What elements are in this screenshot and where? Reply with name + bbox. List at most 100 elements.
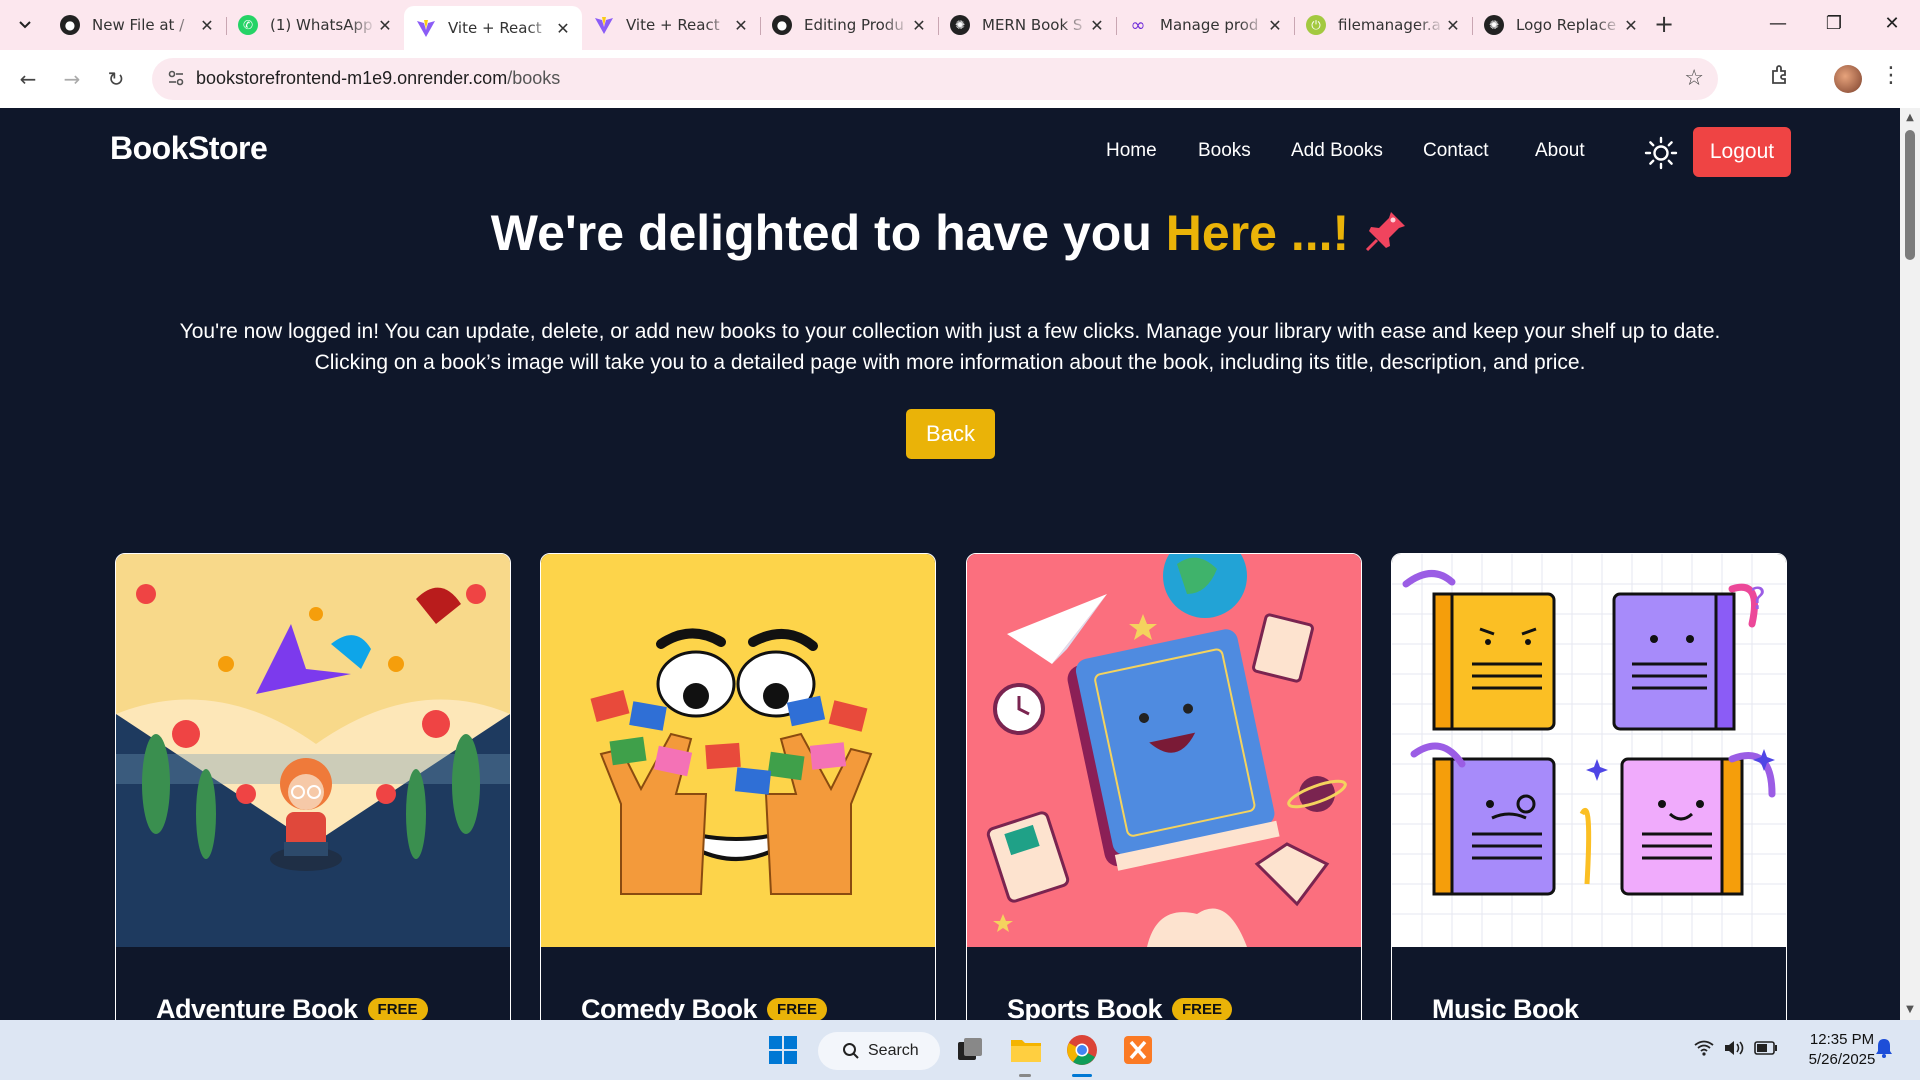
filemanager-icon: ⏻ — [1306, 15, 1326, 35]
tab-vite-react-active[interactable]: Vite + React ✕ — [404, 6, 582, 50]
nav-home[interactable]: Home — [1106, 140, 1157, 162]
tab-vite-react[interactable]: Vite + React ✕ — [582, 6, 760, 44]
url-path: /books — [507, 68, 561, 88]
book-cover-image[interactable] — [541, 554, 935, 947]
tab-title: filemanager.a — [1338, 16, 1441, 34]
tab-github-editing[interactable]: ● Editing Produ ✕ — [760, 6, 938, 44]
scrollbar-thumb[interactable] — [1905, 130, 1915, 260]
file-explorer-icon[interactable] — [1006, 1030, 1046, 1070]
nav-add-books[interactable]: Add Books — [1291, 140, 1383, 162]
vite-icon — [594, 15, 614, 35]
close-icon[interactable]: ✕ — [1444, 16, 1462, 35]
book-cover-image[interactable] — [116, 554, 510, 947]
close-icon[interactable]: ✕ — [1088, 16, 1106, 35]
windows-start-icon[interactable] — [763, 1030, 803, 1070]
tab-manage-products[interactable]: ∞ Manage prod ✕ — [1116, 6, 1294, 44]
close-icon[interactable]: ✕ — [554, 19, 572, 38]
tab-title: Logo Replace — [1516, 16, 1617, 34]
close-icon[interactable]: ✕ — [198, 16, 216, 35]
book-title: Sports Book FREE — [1007, 994, 1233, 1020]
url-host: bookstorefrontend-m1e9.onrender.com — [196, 68, 508, 88]
github-icon: ● — [772, 15, 792, 35]
close-icon[interactable]: ✕ — [732, 16, 750, 35]
extensions-icon[interactable] — [1766, 63, 1796, 93]
battery-icon[interactable] — [1754, 1040, 1778, 1059]
minimize-button[interactable]: — — [1758, 8, 1798, 40]
hero-description: You're now logged in! You can update, de… — [100, 316, 1800, 378]
free-badge: FREE — [1172, 998, 1233, 1020]
logout-button[interactable]: Logout — [1693, 127, 1791, 177]
site-info-icon[interactable] — [166, 69, 186, 89]
github-icon: ● — [60, 15, 80, 35]
nav-about[interactable]: About — [1535, 140, 1585, 162]
tab-title: Vite + React — [626, 16, 720, 34]
hero-title: We're delighted to have you Here ...! — [0, 204, 1900, 262]
task-view-icon[interactable] — [950, 1030, 990, 1070]
wifi-icon[interactable] — [1694, 1040, 1714, 1060]
search-icon — [843, 1043, 859, 1059]
free-badge: FREE — [767, 998, 828, 1020]
book-title: Music Book — [1432, 994, 1579, 1020]
pushpin-icon — [1363, 208, 1409, 254]
brand-logo[interactable]: BookStore — [110, 130, 268, 167]
page-scrollbar[interactable]: ▲ ▼ — [1900, 108, 1920, 1020]
bookstore-page: BookStore Home Books Add Books Contact A… — [0, 108, 1900, 1020]
xampp-icon[interactable] — [1118, 1030, 1158, 1070]
close-icon[interactable]: ✕ — [1266, 16, 1284, 35]
book-title-text: Music Book — [1432, 994, 1579, 1020]
close-window-button[interactable]: ✕ — [1872, 8, 1912, 40]
book-card-sports[interactable]: Sports Book FREE — [966, 553, 1362, 1020]
book-card-comedy[interactable]: Comedy Book FREE — [540, 553, 936, 1020]
new-tab-button[interactable]: + — [1650, 11, 1678, 39]
address-bar[interactable]: bookstorefrontend-m1e9.onrender.com/book… — [152, 58, 1718, 100]
browser-tab-strip: ● New File at / ✕ ✆ (1) WhatsApp ✕ Vite … — [0, 0, 1920, 50]
scroll-down-icon[interactable]: ▼ — [1904, 1004, 1916, 1015]
tab-title: MERN Book S — [982, 16, 1083, 34]
tab-github-new-file[interactable]: ● New File at / ✕ — [48, 6, 226, 44]
url-text: bookstorefrontend-m1e9.onrender.com/book… — [196, 68, 560, 89]
openai-icon: ✺ — [950, 15, 970, 35]
hero-description-line1: You're now logged in! You can update, de… — [179, 320, 1721, 343]
book-title-text: Comedy Book — [581, 994, 758, 1020]
tab-search-button[interactable] — [10, 10, 40, 40]
reload-icon[interactable]: ↻ — [100, 63, 132, 95]
scroll-up-icon[interactable]: ▲ — [1904, 112, 1916, 123]
notification-bell-icon[interactable] — [1875, 1038, 1893, 1062]
tab-title: Manage prod — [1160, 16, 1259, 34]
free-badge: FREE — [367, 998, 428, 1020]
tab-mern-book[interactable]: ✺ MERN Book S ✕ — [938, 6, 1116, 44]
browser-toolbar: ← → ↻ bookstorefrontend-m1e9.onrender.co… — [0, 50, 1920, 108]
book-title-text: Sports Book — [1007, 994, 1163, 1020]
book-title-text: Adventure Book — [156, 994, 358, 1020]
infinity-icon: ∞ — [1130, 14, 1146, 36]
back-arrow-icon[interactable]: ← — [12, 63, 44, 95]
volume-icon[interactable] — [1724, 1040, 1746, 1060]
close-icon[interactable]: ✕ — [910, 16, 928, 35]
bookmark-star-icon[interactable]: ☆ — [1684, 66, 1704, 91]
tab-title: Vite + React — [448, 19, 542, 37]
close-icon[interactable]: ✕ — [376, 16, 394, 35]
book-cover-image[interactable] — [967, 554, 1361, 947]
chrome-icon[interactable] — [1062, 1030, 1102, 1070]
openai-icon: ✺ — [1484, 15, 1504, 35]
book-cover-image[interactable]: ? — [1392, 554, 1786, 947]
restore-button[interactable]: ❐ — [1814, 8, 1854, 40]
book-card-adventure[interactable]: Adventure Book FREE — [115, 553, 511, 1020]
tab-title: New File at / — [92, 16, 185, 34]
back-button[interactable]: Back — [906, 409, 995, 459]
sun-icon[interactable] — [1644, 136, 1678, 170]
nav-contact[interactable]: Contact — [1423, 140, 1488, 162]
forward-arrow-icon[interactable]: → — [56, 63, 88, 95]
tab-whatsapp[interactable]: ✆ (1) WhatsApp ✕ — [226, 6, 404, 44]
close-icon[interactable]: ✕ — [1622, 16, 1640, 35]
taskbar-search[interactable]: Search — [818, 1032, 940, 1070]
profile-avatar[interactable] — [1834, 65, 1862, 93]
tab-title: Editing Produ — [804, 16, 904, 34]
more-menu-icon[interactable]: ⋮ — [1880, 63, 1902, 93]
book-card-music[interactable]: ? Music Book — [1391, 553, 1787, 1020]
tab-filemanager[interactable]: ⏻ filemanager.a ✕ — [1294, 6, 1472, 44]
tab-logo-replace[interactable]: ✺ Logo Replace ✕ — [1472, 6, 1650, 44]
nav-books[interactable]: Books — [1198, 140, 1251, 162]
hero-title-main: We're delighted to have you — [490, 205, 1166, 261]
chevron-down-icon — [19, 21, 31, 29]
